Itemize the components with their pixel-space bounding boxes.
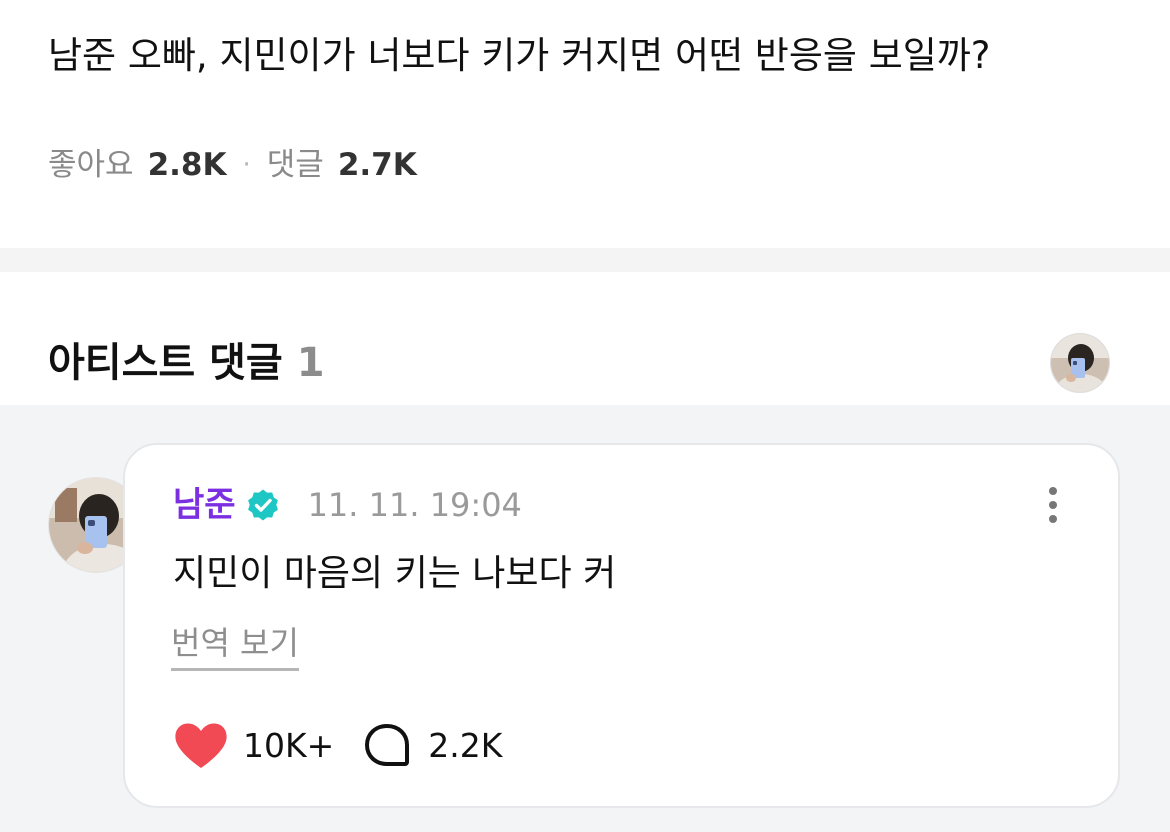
artist-photo-small <box>1051 334 1109 392</box>
likes-label[interactable]: 좋아요 <box>48 142 134 188</box>
post-stats: 좋아요 2.8K · 댓글 2.7K <box>48 142 417 188</box>
more-options-button[interactable] <box>1035 481 1071 529</box>
more-vertical-icon-dot <box>1049 487 1057 495</box>
heart-icon[interactable] <box>173 721 229 771</box>
artist-comments-header: 아티스트 댓글 1 <box>48 336 325 390</box>
comment-author-name[interactable]: 남준 <box>173 483 236 527</box>
verified-badge-icon <box>247 489 278 521</box>
more-vertical-icon-dot <box>1049 515 1057 523</box>
comments-label[interactable]: 댓글 <box>267 142 324 188</box>
like-count: 10K+ <box>243 726 335 765</box>
artist-comments-title: 아티스트 댓글 <box>48 340 283 386</box>
artist-comments-count: 1 <box>296 340 325 386</box>
translate-link[interactable]: 번역 보기 <box>171 621 299 671</box>
comments-count: 2.7K <box>337 147 417 183</box>
comment-header: 남준 11. 11. 19:04 <box>173 483 522 527</box>
likes-count: 2.8K <box>147 147 227 183</box>
post-page: 남준 오빠, 지민이가 너보다 키가 커지면 어떤 반응을 보일까? 좋아요 2… <box>0 0 1170 832</box>
comment-text: 지민이 마음의 키는 나보다 커 <box>173 553 617 594</box>
artist-avatar-small[interactable] <box>1050 333 1110 393</box>
stats-separator: · <box>242 150 251 180</box>
section-divider <box>0 248 1170 272</box>
post-title: 남준 오빠, 지민이가 너보다 키가 커지면 어떤 반응을 보일까? <box>48 34 991 77</box>
comment-timestamp: 11. 11. 19:04 <box>307 486 522 524</box>
reply-count: 2.2K <box>428 726 503 765</box>
more-vertical-icon-dot <box>1049 501 1057 509</box>
comment-actions: 10K+ 2.2K <box>173 721 502 771</box>
artist-comment-card: 남준 11. 11. 19:04 지민이 마음의 키는 나보다 커 번역 보기 … <box>123 443 1120 808</box>
speech-bubble-icon[interactable] <box>362 721 412 771</box>
